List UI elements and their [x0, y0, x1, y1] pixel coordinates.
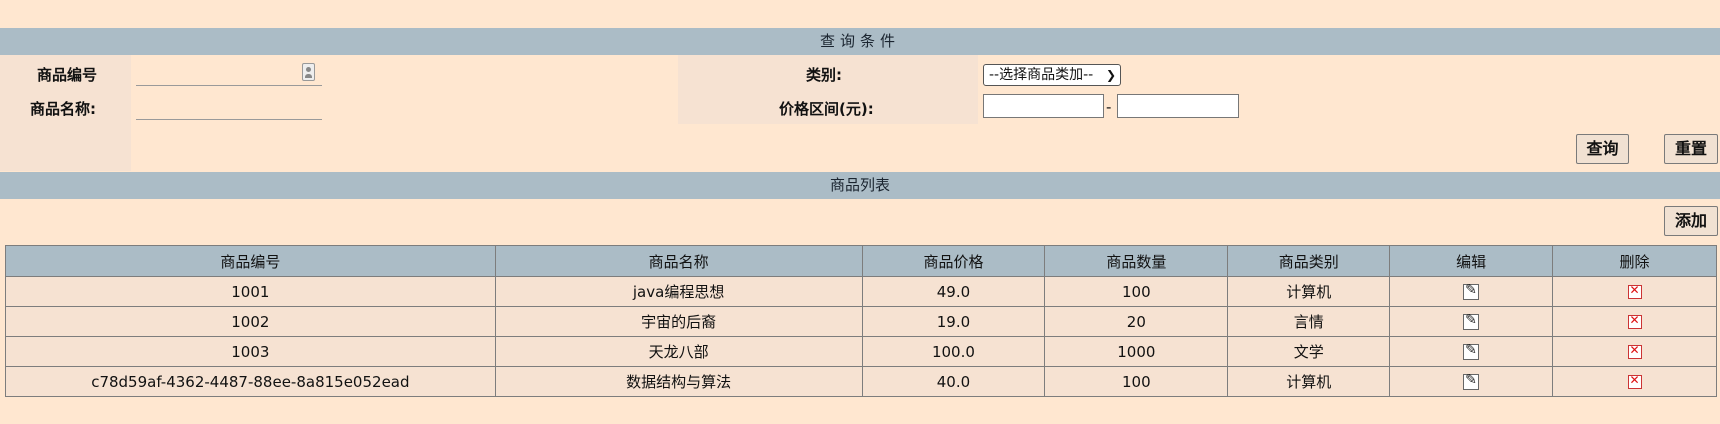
cell-edit: [1389, 306, 1554, 337]
cell-product-name: 宇宙的后裔: [494, 306, 863, 337]
cell-price: 100.0: [861, 336, 1046, 367]
cell-quantity: 100: [1044, 366, 1229, 397]
cell-category: 文学: [1227, 336, 1391, 367]
cell-delete: [1552, 276, 1717, 307]
price-range-label: 价格区间(元):: [779, 100, 874, 118]
cell-product-id: 1001: [5, 276, 496, 307]
cell-category: 计算机: [1227, 366, 1391, 397]
cell-delete: [1552, 366, 1717, 397]
column-header: 编辑: [1389, 245, 1554, 277]
product-name-label: 商品名称:: [30, 100, 96, 118]
cell-edit: [1389, 366, 1554, 397]
cell-delete: [1552, 336, 1717, 367]
price-max-input[interactable]: [1117, 94, 1239, 118]
cell-price: 19.0: [861, 306, 1046, 337]
cell-price: 49.0: [861, 276, 1046, 307]
list-section-title: 商品列表: [829, 176, 890, 194]
column-header: 商品名称: [494, 245, 863, 277]
delete-icon[interactable]: [1627, 343, 1642, 359]
search-button[interactable]: 查询: [1576, 134, 1629, 164]
list-section-header: 商品列表: [0, 172, 1720, 199]
table-row: 1001 java编程思想 49.0 100 计算机: [5, 276, 1717, 307]
table-row: 1002 宇宙的后裔 19.0 20 言情: [5, 306, 1717, 337]
product-table: 商品编号 商品名称 商品价格 商品数量 商品类别 编辑 删除 1001 java…: [5, 245, 1717, 397]
delete-icon[interactable]: [1627, 373, 1642, 389]
column-header: 商品类别: [1227, 245, 1391, 277]
price-range-separator: -: [1106, 98, 1112, 116]
category-select[interactable]: --选择商品类加-- ❯: [983, 64, 1121, 86]
cell-product-id: 1002: [5, 306, 496, 337]
edit-icon[interactable]: [1463, 282, 1480, 300]
cell-product-name: 数据结构与算法: [494, 366, 863, 397]
contact-card-icon[interactable]: [302, 63, 315, 81]
table-row: 1003 天龙八部 100.0 1000 文学: [5, 336, 1717, 367]
category-select-value: --选择商品类加--: [989, 67, 1094, 83]
cell-edit: [1389, 276, 1554, 307]
product-id-label: 商品编号: [37, 66, 98, 84]
product-id-input[interactable]: [136, 63, 322, 86]
price-min-input[interactable]: [983, 94, 1104, 118]
reset-button[interactable]: 重置: [1664, 134, 1718, 164]
cell-product-id: c78d59af-4362-4487-88ee-8a815e052ead: [5, 366, 496, 397]
edit-icon[interactable]: [1463, 372, 1480, 390]
add-button[interactable]: 添加: [1664, 206, 1718, 236]
cell-product-id: 1003: [5, 336, 496, 367]
cell-category: 言情: [1227, 306, 1391, 337]
cell-quantity: 100: [1044, 276, 1229, 307]
column-header: 商品数量: [1044, 245, 1229, 277]
table-row: c78d59af-4362-4487-88ee-8a815e052ead 数据结…: [5, 366, 1717, 397]
column-header: 商品价格: [861, 245, 1046, 277]
column-header: 删除: [1552, 245, 1717, 277]
delete-icon[interactable]: [1627, 283, 1642, 299]
column-header: 商品编号: [5, 245, 496, 277]
edit-icon[interactable]: [1463, 312, 1480, 330]
cell-delete: [1552, 306, 1717, 337]
cell-product-name: 天龙八部: [494, 336, 863, 367]
cell-category: 计算机: [1227, 276, 1391, 307]
category-label: 类别:: [806, 66, 842, 84]
query-section-header: 查询条件: [0, 28, 1720, 55]
cell-product-name: java编程思想: [494, 276, 863, 307]
cell-quantity: 20: [1044, 306, 1229, 337]
table-header-row: 商品编号 商品名称 商品价格 商品数量 商品类别 编辑 删除: [5, 245, 1717, 277]
delete-icon[interactable]: [1627, 313, 1642, 329]
query-section-title: 查询条件: [819, 32, 900, 50]
chevron-down-icon: ❯: [1105, 68, 1116, 82]
cell-quantity: 1000: [1044, 336, 1229, 367]
cell-edit: [1389, 336, 1554, 367]
product-name-input[interactable]: [136, 97, 322, 120]
cell-price: 40.0: [861, 366, 1046, 397]
edit-icon[interactable]: [1463, 342, 1480, 360]
